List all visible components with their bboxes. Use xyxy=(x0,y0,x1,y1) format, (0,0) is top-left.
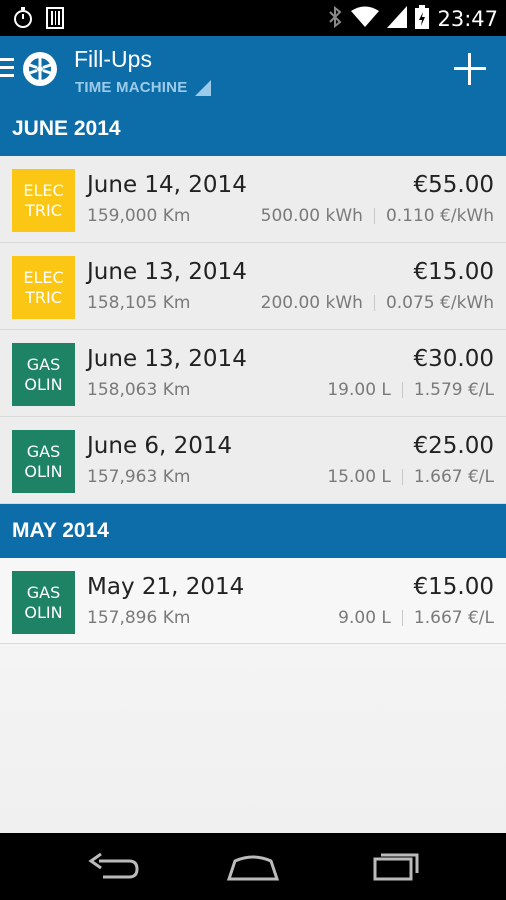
badge-line-2: OLIN xyxy=(24,602,63,622)
fillup-date: May 21, 2014 xyxy=(87,574,245,600)
home-icon[interactable] xyxy=(223,849,283,885)
fuel-type-badge-gasoline: GAS OLIN xyxy=(12,571,75,634)
wifi-icon xyxy=(351,6,380,32)
bluetooth-icon xyxy=(327,5,343,33)
odometer: 159,000 Km xyxy=(87,206,191,226)
badge-line-2: OLIN xyxy=(24,374,63,394)
fillup-price: €30.00 xyxy=(413,346,494,372)
fuel-type-badge-gasoline: GAS OLIN xyxy=(12,343,75,406)
list-item[interactable]: GAS OLIN June 6, 2014 157,963 Km €25.00 … xyxy=(0,417,506,504)
list-item[interactable]: ELEC TRIC June 13, 2014 158,105 Km €15.0… xyxy=(0,243,506,330)
odometer: 157,963 Km xyxy=(87,467,191,487)
signal-icon xyxy=(387,6,408,32)
odometer: 158,063 Km xyxy=(87,380,191,400)
quantity: 200.00 kWh xyxy=(260,293,363,313)
divider xyxy=(401,469,403,485)
badge-line-2: TRIC xyxy=(25,287,62,307)
badge-line-2: OLIN xyxy=(24,461,63,481)
status-bar: 23:47 xyxy=(0,0,506,36)
badge-line-1: GAS xyxy=(26,441,61,461)
page-title: Fill-Ups xyxy=(74,46,152,72)
fillup-list: JUNE 2014 ELEC TRIC June 14, 2014 159,00… xyxy=(0,102,506,833)
unit-price: 0.110 €/kWh xyxy=(385,206,494,226)
fillup-date: June 13, 2014 xyxy=(87,259,247,285)
list-item[interactable]: GAS OLIN June 13, 2014 158,063 Km €30.00… xyxy=(0,330,506,417)
section-header-may-2014: MAY 2014 xyxy=(0,504,506,558)
divider xyxy=(373,295,375,311)
badge-line-2: TRIC xyxy=(25,200,62,220)
divider xyxy=(401,610,403,626)
fillup-price: €25.00 xyxy=(413,433,494,459)
fillup-price: €15.00 xyxy=(413,259,494,285)
badge-line-1: ELEC xyxy=(23,267,64,287)
drawer-menu-icon[interactable] xyxy=(0,58,16,80)
back-icon[interactable] xyxy=(83,849,143,885)
odometer: 158,105 Km xyxy=(87,293,191,313)
add-fillup-button[interactable] xyxy=(452,51,488,87)
barcode-icon xyxy=(46,7,64,33)
fillup-date: June 13, 2014 xyxy=(87,346,247,372)
fillup-price: €15.00 xyxy=(413,574,494,600)
unit-price: 0.075 €/kWh xyxy=(385,293,494,313)
battery-icon xyxy=(415,5,430,33)
fillup-date: June 14, 2014 xyxy=(87,172,247,198)
clock: 23:47 xyxy=(437,7,498,31)
unit-price: 1.667 €/L xyxy=(413,608,494,628)
vehicle-selector[interactable]: TIME MACHINE xyxy=(75,79,187,96)
fuel-type-badge-electric: ELEC TRIC xyxy=(12,169,75,232)
system-navigation-bar xyxy=(0,833,506,900)
quantity: 9.00 L xyxy=(338,608,391,628)
fillup-price: €55.00 xyxy=(413,172,494,198)
badge-line-1: ELEC xyxy=(23,180,64,200)
quantity: 500.00 kWh xyxy=(260,206,363,226)
fuel-type-badge-gasoline: GAS OLIN xyxy=(12,430,75,493)
badge-line-1: GAS xyxy=(26,354,61,374)
wheel-logo-icon[interactable] xyxy=(22,51,58,87)
section-header-june-2014: JUNE 2014 xyxy=(0,102,506,156)
badge-line-1: GAS xyxy=(26,582,61,602)
divider xyxy=(401,382,403,398)
quantity: 15.00 L xyxy=(327,467,391,487)
recent-apps-icon[interactable] xyxy=(365,849,425,885)
list-item[interactable]: ELEC TRIC June 14, 2014 159,000 Km €55.0… xyxy=(0,156,506,243)
dropdown-indicator-icon[interactable] xyxy=(195,80,211,96)
divider xyxy=(373,208,375,224)
list-item[interactable]: GAS OLIN May 21, 2014 157,896 Km €15.00 … xyxy=(0,558,506,644)
action-bar: Fill-Ups TIME MACHINE xyxy=(0,36,506,102)
fuel-type-badge-electric: ELEC TRIC xyxy=(12,256,75,319)
odometer: 157,896 Km xyxy=(87,608,191,628)
unit-price: 1.579 €/L xyxy=(413,380,494,400)
unit-price: 1.667 €/L xyxy=(413,467,494,487)
stopwatch-icon xyxy=(12,6,34,34)
fillup-date: June 6, 2014 xyxy=(87,433,233,459)
quantity: 19.00 L xyxy=(327,380,391,400)
